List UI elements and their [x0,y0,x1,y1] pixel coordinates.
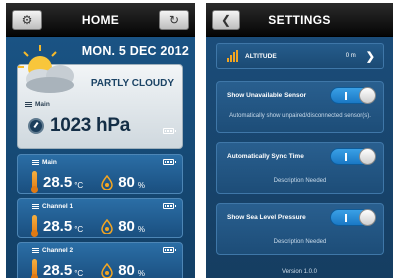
setting-show-unavailable-sensor: Show Unavailable Sensor Automatically sh… [216,81,384,133]
battery-icon [163,203,176,209]
setting-description: Description Needed [273,178,327,184]
weather-sensor-label: Main [25,101,50,108]
thermometer-icon [31,215,38,237]
humidity-unit: % [137,225,145,234]
sensor-list-icon [32,247,39,253]
weather-condition: PARTLY CLOUDY [90,78,174,89]
humidity-value: 80 [118,174,135,191]
temperature-value: 28.5 [43,262,73,278]
refresh-button[interactable]: ↻ [159,10,189,30]
temperature-value: 28.5 [43,174,73,191]
thermometer-icon [31,171,38,193]
temperature-unit: °C [74,269,84,278]
battery-icon [163,247,176,253]
altitude-label: ALTITUDE [245,52,277,60]
partly-cloudy-icon [18,45,74,93]
settings-title: SETTINGS [268,13,331,27]
humidity-drop-icon [101,175,113,190]
setting-label: Show Sea Level Pressure [227,214,306,221]
humidity-drop-icon [101,219,113,234]
sensor-list-icon [25,101,32,107]
pressure-row: 1023 hPa [28,115,130,137]
pressure-value: 1023 hPa [50,115,130,136]
sensor-readings: 28.5 °C 80 % [31,215,145,237]
altitude-row[interactable]: ALTITUDE 0 m ❯ [216,43,384,69]
sensor-readings: 28.5 °C 80 % [31,259,145,278]
humidity-unit: % [137,269,145,278]
sensor-list-icon [32,159,39,165]
settings-navbar: ❮ SETTINGS [206,3,393,37]
sensor-name: Channel 2 [32,247,73,254]
sensor-readings: 28.5 °C 80 % [31,171,145,193]
setting-label: Automatically Sync Time [227,153,304,160]
home-screen: ⚙ HOME ↻ PARTLY CLOUDY Main 1023 hPa MON… [6,3,195,278]
sensor-card-channel-2[interactable]: Channel 2 28.5 °C 80 % [17,242,183,278]
toggle-switch[interactable] [330,148,376,165]
sensor-card-channel-1[interactable]: Channel 1 28.5 °C 80 % [17,198,183,238]
version-text: Version 1.0.0 [281,269,318,275]
setting-label: Show Unavailable Sensor [227,92,307,99]
settings-screen: ❮ SETTINGS ALTITUDE 0 m ❯ Show Unavailab… [206,3,393,278]
battery-icon [163,128,176,134]
thermometer-icon [31,259,38,278]
pressure-gauge-icon [28,118,44,134]
battery-icon [163,159,176,165]
refresh-icon: ↻ [168,13,180,27]
toggle-switch[interactable] [330,87,376,104]
altitude-value: 0 m [345,53,356,59]
temperature-unit: °C [74,225,84,234]
sensor-name: Channel 1 [32,203,73,210]
temperature-value: 28.5 [43,218,73,235]
home-navbar: ⚙ HOME ↻ [6,3,195,37]
setting-description: Automatically show unpaired/disconnected… [229,113,371,119]
current-date: MON. 5 DEC 2012 [81,44,189,58]
temperature-unit: °C [74,181,84,190]
toggle-switch[interactable] [330,209,376,226]
humidity-value: 80 [118,262,135,278]
humidity-drop-icon [101,263,113,278]
sensor-card-main[interactable]: Main 28.5 °C 80 % [17,154,183,194]
sensor-name: Main [32,159,57,166]
setting-description: Description Needed [273,239,327,245]
chevron-right-icon: ❯ [365,50,375,63]
altitude-icon [227,50,239,62]
sensor-list-icon [32,203,39,209]
humidity-unit: % [137,181,145,190]
setting-show-sea-level-pressure: Show Sea Level Pressure Description Need… [216,203,384,255]
humidity-value: 80 [118,218,135,235]
setting-automatically-sync-time: Automatically Sync Time Description Need… [216,142,384,194]
